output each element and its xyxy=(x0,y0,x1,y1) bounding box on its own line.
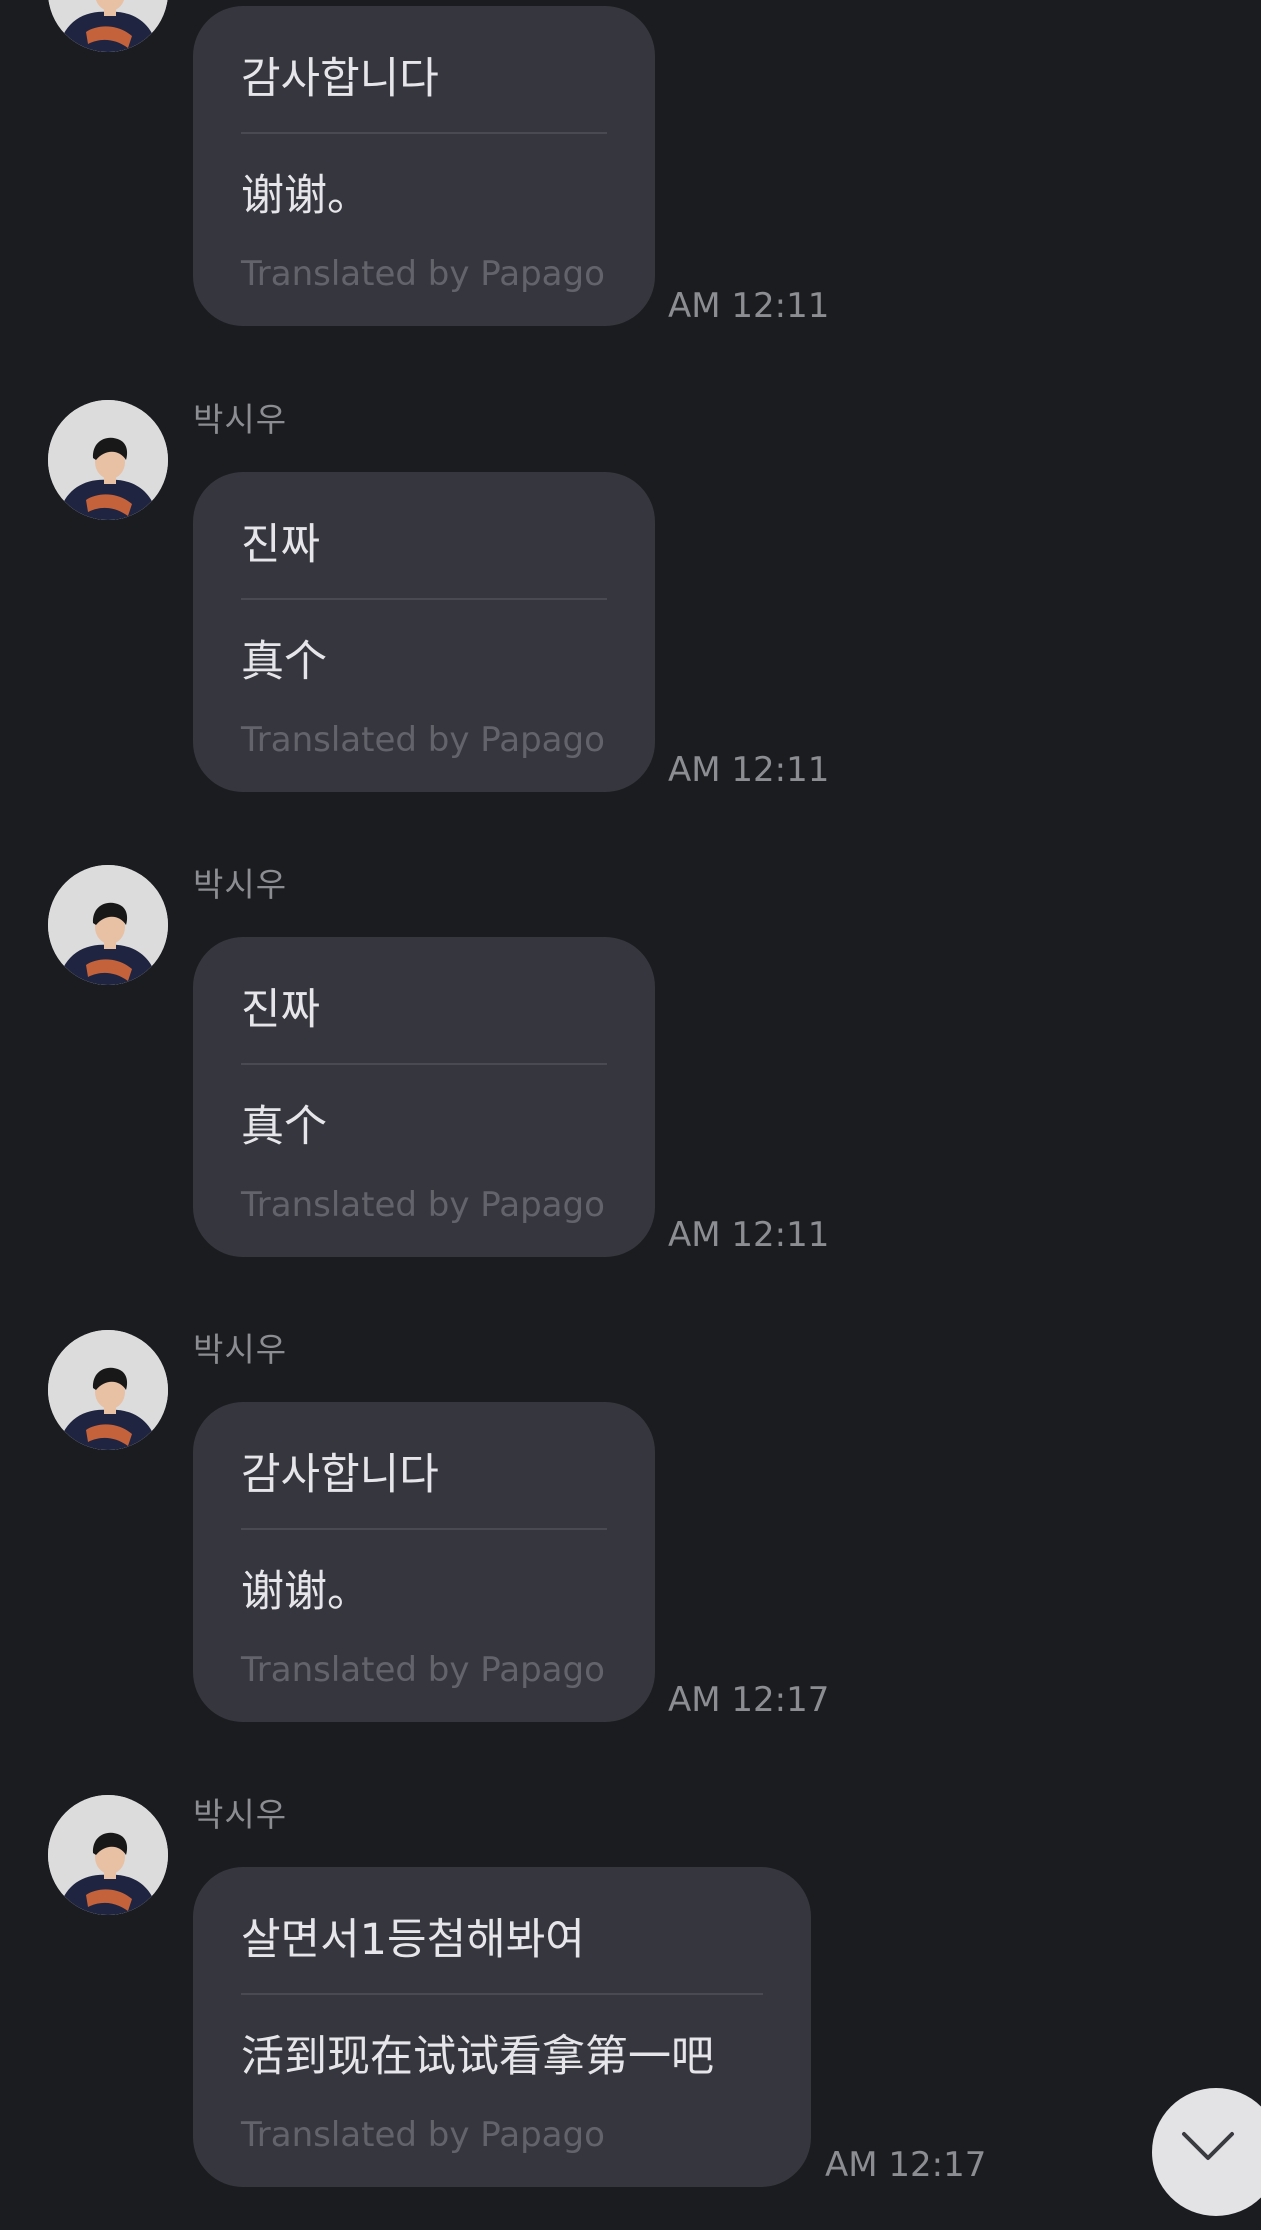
message-time: AM 12:11 xyxy=(668,750,830,790)
avatar[interactable] xyxy=(48,1795,168,1915)
sender-name: 박시우 xyxy=(193,1795,288,1834)
bubble-divider xyxy=(241,132,607,134)
sender-name: 박시우 xyxy=(193,1330,288,1369)
message-bubble[interactable]: 감사합니다 谢谢。 Translated by Papago xyxy=(193,1402,655,1722)
avatar[interactable] xyxy=(48,400,168,520)
translated-text: 真个 xyxy=(241,637,327,687)
bubble-divider xyxy=(241,1063,607,1065)
translation-credit: Translated by Papago xyxy=(241,1650,605,1690)
message-time: AM 12:17 xyxy=(825,2145,987,2185)
message-time: AM 12:17 xyxy=(668,1680,830,1720)
original-text: 진짜 xyxy=(241,520,321,570)
chevron-down-icon xyxy=(1182,2132,1234,2160)
translation-credit: Translated by Papago xyxy=(241,254,605,294)
avatar[interactable] xyxy=(48,0,168,52)
message-bubble[interactable]: 진짜 真个 Translated by Papago xyxy=(193,937,655,1257)
scroll-to-bottom-button[interactable] xyxy=(1152,2088,1261,2216)
original-text: 살면서1등첨해봐여 xyxy=(241,1915,585,1965)
translated-text: 谢谢。 xyxy=(241,171,370,221)
avatar[interactable] xyxy=(48,1330,168,1450)
translation-credit: Translated by Papago xyxy=(241,1185,605,1225)
message-time: AM 12:11 xyxy=(668,1215,830,1255)
message-bubble[interactable]: 감사합니다 谢谢。 Translated by Papago xyxy=(193,6,655,326)
bubble-divider xyxy=(241,598,607,600)
sender-name: 박시우 xyxy=(193,400,288,439)
sender-name: 박시우 xyxy=(193,865,288,904)
original-text: 진짜 xyxy=(241,985,321,1035)
translated-text: 真个 xyxy=(241,1102,327,1152)
message-bubble[interactable]: 살면서1등첨해봐여 活到现在试试看拿第一吧 Translated by Papa… xyxy=(193,1867,811,2187)
avatar[interactable] xyxy=(48,865,168,985)
bubble-divider xyxy=(241,1528,607,1530)
translated-text: 活到现在试试看拿第一吧 xyxy=(241,2032,714,2082)
bubble-divider xyxy=(241,1993,763,1995)
message-time: AM 12:11 xyxy=(668,286,830,326)
message-bubble[interactable]: 진짜 真个 Translated by Papago xyxy=(193,472,655,792)
translated-text: 谢谢。 xyxy=(241,1567,370,1617)
translation-credit: Translated by Papago xyxy=(241,2115,605,2155)
original-text: 감사합니다 xyxy=(241,54,439,104)
original-text: 감사합니다 xyxy=(241,1450,439,1500)
translation-credit: Translated by Papago xyxy=(241,720,605,760)
